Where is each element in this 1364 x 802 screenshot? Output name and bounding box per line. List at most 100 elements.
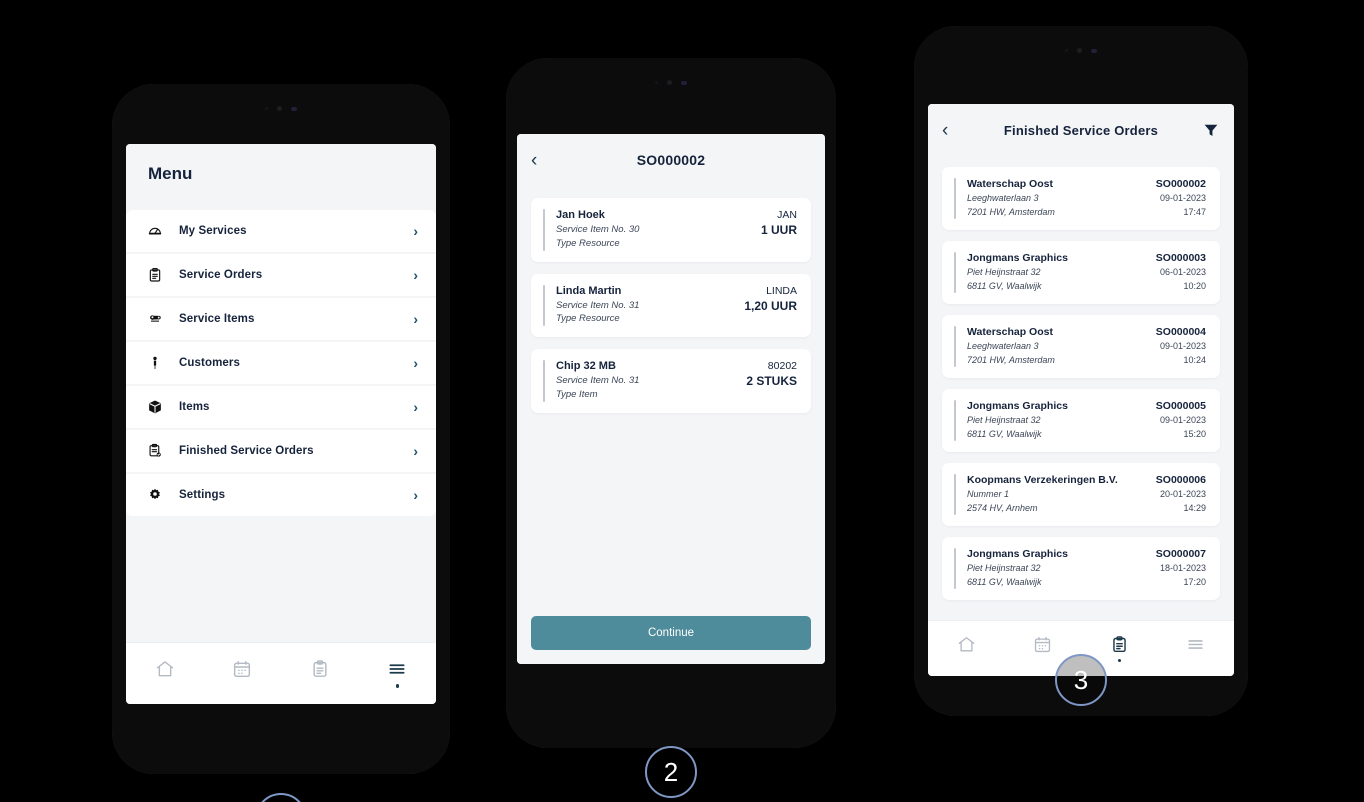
order-number: SO000006 [1155, 474, 1206, 486]
nav-active-dot [163, 684, 167, 688]
chevron-right-icon: › [413, 311, 418, 327]
back-button[interactable]: ‹ [531, 151, 553, 170]
clipboard-icon [1112, 635, 1126, 652]
finished-order-card[interactable]: Waterschap Oost Leeghwaterlaan 3 7201 HW, … [942, 315, 1220, 378]
order-number: SO000002 [1155, 178, 1206, 190]
nav-item-home[interactable] [126, 659, 204, 688]
speaker-slit-icon [681, 80, 687, 85]
home-icon [958, 636, 975, 652]
card-accent-bar [543, 284, 545, 327]
lines-scroll-area[interactable]: Jan Hoek Service Item No. 30 Type Resource… [517, 186, 825, 606]
bottom-navigation[interactable] [126, 642, 436, 704]
nav-item-orders[interactable] [281, 659, 359, 688]
page-title: SO000002 [636, 152, 706, 168]
order-meta: SO000003 06-01-2023 10:20 [1150, 252, 1206, 293]
service-line-values: JAN 1 UUR [753, 209, 797, 237]
service-order-detail-screen: ‹ SO000002 Jan Hoek Service Item No. 30 Ty… [517, 134, 825, 664]
order-time: 10:24 [1183, 354, 1206, 365]
menu-item-finished-service-orders[interactable]: Finished Service Orders › [126, 430, 436, 472]
detail-topbar: ‹ SO000002 [517, 134, 825, 186]
order-date: 06-01-2023 [1159, 267, 1206, 277]
menu-scroll-area[interactable]: My Services › Service Orders › Service Items… [126, 210, 436, 642]
camera-dot-icon [277, 106, 282, 111]
finished-order-card[interactable]: Jongmans Graphics Piet Heijnstraat 32 6811… [942, 537, 1220, 600]
service-line-code: LINDA [766, 284, 797, 297]
service-line-name: Linda Martin [556, 284, 622, 297]
service-line-name: Jan Hoek [556, 209, 605, 221]
service-line-values: LINDA 1,20 UUR [736, 285, 797, 313]
menu-item-label: Settings [179, 489, 226, 501]
order-customer-name: Koopmans Verzekeringen B.V. [967, 474, 1118, 486]
page-title: Menu [148, 164, 193, 183]
speedometer-icon [146, 223, 163, 239]
finished-order-card[interactable]: Jongmans Graphics Piet Heijnstraat 32 6811… [942, 389, 1220, 452]
finished-orders-list: Waterschap Oost Leeghwaterlaan 3 7201 HW, … [928, 156, 1234, 600]
home-icon [156, 661, 173, 677]
clipboard-icon [146, 267, 163, 283]
order-street: Leeghwaterlaan 3 [967, 193, 1039, 203]
service-line-code: JAN [777, 209, 797, 221]
menu-item-items[interactable]: Items › [126, 386, 436, 428]
nav-active-dot [241, 684, 245, 688]
order-city: 7201 HW, Amsterdam [967, 354, 1055, 365]
order-time: 15:20 [1183, 428, 1206, 439]
service-line-code: 80202 [767, 360, 797, 373]
camera-dot-icon [1077, 48, 1082, 53]
back-button[interactable]: ‹ [942, 121, 964, 140]
service-line-item-no: Service Item No. 31 [556, 375, 640, 387]
menu-item-customers[interactable]: Customers › [126, 342, 436, 384]
filter-icon [1204, 124, 1218, 136]
nav-active-dot [395, 684, 399, 688]
box-icon [146, 399, 163, 415]
finished-order-card[interactable]: Waterschap Oost Leeghwaterlaan 3 7201 HW, … [942, 167, 1220, 230]
continue-button[interactable]: Continue [531, 616, 811, 650]
nav-item-menu[interactable] [1158, 635, 1235, 663]
orders-topbar: ‹ Finished Service Orders [928, 104, 1234, 156]
person-icon [146, 355, 163, 371]
menu-item-my-services[interactable]: My Services › [126, 210, 436, 252]
menu-item-label: Service Items [179, 313, 255, 325]
finished-order-card[interactable]: Koopmans Verzekeringen B.V. Nummer 1 2574 … [942, 463, 1220, 526]
finished-order-card[interactable]: Jongmans Graphics Piet Heijnstraat 32 6811… [942, 241, 1220, 304]
service-line-list: Jan Hoek Service Item No. 30 Type Resource… [517, 186, 825, 413]
order-time: 17:47 [1183, 206, 1206, 217]
order-customer-name: Jongmans Graphics [967, 400, 1068, 412]
order-city: 6811 GV, Waalwijk [967, 428, 1042, 439]
filter-button[interactable] [1198, 121, 1220, 139]
calendar-icon [234, 661, 251, 678]
order-customer-info: Waterschap Oost Leeghwaterlaan 3 7201 HW, … [967, 178, 1150, 219]
menu-item-service-items[interactable]: Service Items › [126, 298, 436, 340]
nav-active-dot [965, 659, 969, 663]
card-accent-bar [954, 400, 956, 441]
chevron-right-icon: › [413, 267, 418, 283]
nav-active-dot [1117, 658, 1121, 663]
menu-item-service-orders[interactable]: Service Orders › [126, 254, 436, 296]
service-line-item-no: Service Item No. 31 [556, 299, 640, 311]
order-date: 09-01-2023 [1159, 341, 1206, 351]
calendar-icon [1035, 636, 1051, 652]
menu-list: My Services › Service Orders › Service Items… [126, 210, 436, 516]
service-line-card[interactable]: Jan Hoek Service Item No. 30 Type Resource… [531, 198, 811, 262]
nav-item-calendar[interactable] [204, 659, 282, 688]
order-street: Nummer 1 [967, 489, 1010, 499]
speaker-slit-icon [291, 106, 297, 111]
nav-item-menu[interactable] [359, 659, 437, 688]
menu-icon [1188, 639, 1203, 649]
service-line-type: Type Resource [556, 237, 620, 249]
clipboard-icon [313, 660, 327, 678]
card-accent-bar [954, 178, 956, 219]
service-line-name: Chip 32 MB [556, 360, 616, 373]
menu-item-label: Service Orders [179, 269, 263, 281]
orders-scroll-area[interactable]: Waterschap Oost Leeghwaterlaan 3 7201 HW, … [928, 156, 1234, 620]
card-accent-bar [954, 474, 956, 515]
menu-item-label: Finished Service Orders [179, 445, 314, 457]
menu-item-settings[interactable]: Settings › [126, 474, 436, 516]
service-line-card[interactable]: Chip 32 MB Service Item No. 31 Type Item 80… [531, 349, 811, 413]
service-line-quantity: 1,20 UUR [744, 298, 797, 313]
order-city: 2574 HV, Arnhem [967, 502, 1038, 513]
nav-item-home[interactable] [928, 635, 1005, 663]
menu-screen: Menu My Services › Service Orders › Service … [126, 144, 436, 704]
service-line-card[interactable]: Linda Martin Service Item No. 31 Type Reso… [531, 273, 811, 338]
order-meta: SO000005 09-01-2023 15:20 [1150, 400, 1206, 441]
order-meta: SO000004 09-01-2023 10:24 [1150, 326, 1206, 367]
